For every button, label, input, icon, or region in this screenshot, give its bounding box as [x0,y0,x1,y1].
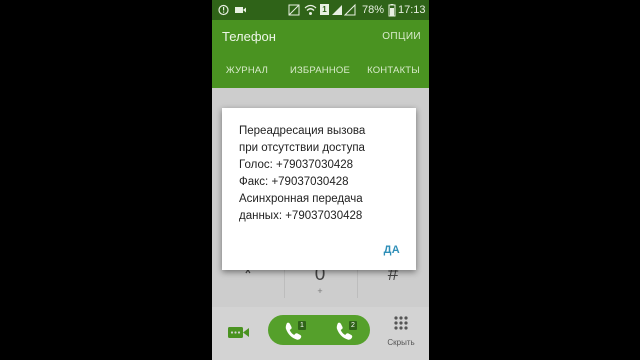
dialog-message: Переадресация вызова при отсутствии дост… [239,123,409,225]
battery-percent: 78% [362,4,385,16]
dialog-line: Переадресация вызова [239,125,366,137]
battery-icon [388,0,396,20]
video-record-icon [234,0,247,20]
tab-bar: ЖУРНАЛ ИЗБРАННОЕ КОНТАКТЫ [212,54,429,88]
signal-icon-secondary [343,0,356,20]
alert-icon [218,0,229,20]
video-camera-icon [228,327,249,338]
phone-handset-icon [336,322,353,340]
app-title: Телефон [222,29,276,44]
dialog-line: Асинхронная передача [239,193,363,205]
sim1-badge: 1 [298,321,306,330]
tab-journal[interactable]: ЖУРНАЛ [212,54,282,88]
call-sim2-button[interactable]: 2 [319,315,370,345]
phone-screen: 1 78% 17:13 Телефон ОПЦИИ ЖУРНАЛ ИЗБРАНН… [212,0,429,360]
call-forwarding-dialog: Переадресация вызова при отсутствии дост… [222,108,416,270]
sim-icon: 1 [320,4,329,15]
app-bar: Телефон ОПЦИИ [212,20,429,54]
dialog-line: при отсутствии доступа [239,142,365,154]
hide-keypad-button[interactable]: Скрыть [384,315,418,355]
key-zero-sub: + [317,286,323,296]
phone-handset-icon [285,322,302,340]
call-buttons-group: 1 2 [268,315,370,345]
signal-icon [331,0,343,20]
no-signal-icon [288,0,300,20]
call-sim1-button[interactable]: 1 [268,315,319,345]
clock: 17:13 [398,4,426,16]
keypad-grid-icon [394,316,408,330]
bottom-action-bar: 1 2 Скрыть [212,307,429,360]
tab-contacts[interactable]: КОНТАКТЫ [358,54,429,88]
dialog-line: Голос: +79037030428 [239,159,354,171]
sim2-badge: 2 [349,321,357,330]
hide-label: Скрыть [387,338,415,347]
status-bar: 1 78% 17:13 [212,0,429,20]
wifi-icon [304,0,317,20]
ok-button[interactable]: ДА [384,244,400,256]
tab-favorites[interactable]: ИЗБРАННОЕ [282,54,358,88]
dialog-line: данных: +79037030428 [239,210,363,222]
dialog-line: Факс: +79037030428 [239,176,349,188]
options-menu-button[interactable]: ОПЦИИ [382,20,421,54]
video-call-button[interactable] [226,321,252,343]
